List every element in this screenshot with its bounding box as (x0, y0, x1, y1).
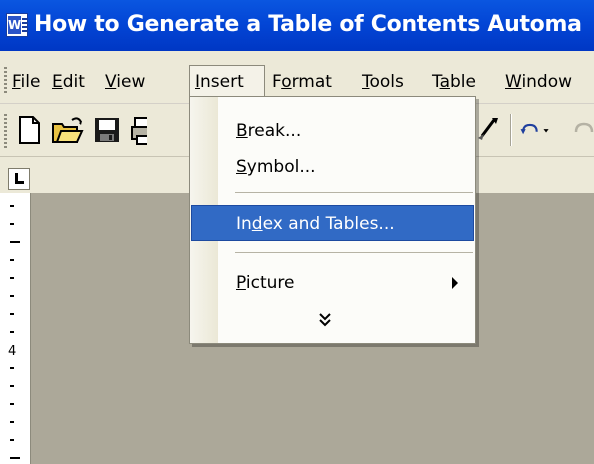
menu-edit[interactable]: Edit (52, 69, 85, 95)
ruler-tick (10, 313, 14, 315)
ruler-tick (10, 277, 14, 279)
open-folder-icon[interactable] (50, 112, 84, 148)
menu-table[interactable]: Table (432, 69, 476, 95)
menu-item-picture[interactable]: Picture (191, 265, 474, 301)
ruler-number: 4 (8, 344, 17, 359)
double-chevron-down-icon[interactable] (315, 310, 335, 330)
menu-item-label: Index and Tables... (236, 214, 395, 234)
tab-stop-selector[interactable] (8, 168, 30, 190)
ruler-tick (10, 385, 14, 387)
menu-item-index-and-tables[interactable]: Index and Tables... (191, 205, 474, 241)
menu-item-symbol[interactable]: Symbol... (191, 149, 474, 185)
toolbar-separator (510, 114, 512, 146)
menu-file[interactable]: File (12, 69, 40, 95)
ruler-tick (10, 205, 14, 207)
submenu-arrow-icon (452, 277, 458, 289)
ruler-tick (10, 421, 14, 423)
new-document-icon[interactable] (12, 112, 46, 148)
ruler-tick (10, 457, 20, 459)
toolbar-grip[interactable] (4, 114, 7, 148)
menu-item-label: Symbol... (236, 157, 316, 177)
word-app-icon[interactable]: W (6, 13, 28, 37)
ruler-tick (10, 403, 14, 405)
menu-separator (235, 192, 473, 193)
menu-item-label: Break... (236, 121, 302, 141)
ruler-tick (10, 241, 20, 243)
left-tab-icon (15, 173, 24, 184)
title-bar: W How to Generate a Table of Contents Au… (0, 0, 594, 51)
menu-item-break[interactable]: Break... (191, 113, 474, 149)
ruler-tick (10, 439, 14, 441)
menu-separator (235, 252, 473, 253)
menu-item-label: Picture (236, 273, 295, 293)
menu-view[interactable]: View (105, 69, 145, 95)
print-icon[interactable] (129, 112, 147, 148)
vertical-ruler: 4 (0, 193, 31, 464)
window-title: How to Generate a Table of Contents Auto… (34, 12, 582, 37)
save-disk-icon[interactable] (90, 112, 124, 148)
ruler-tick (10, 367, 14, 369)
menu-format[interactable]: Format (272, 69, 332, 95)
menu-tools[interactable]: Tools (362, 69, 404, 95)
menu-bar-grip[interactable] (4, 67, 7, 93)
ruler-tick (10, 223, 14, 225)
ruler-tick (10, 259, 14, 261)
ruler-tick (10, 331, 14, 333)
redo-icon[interactable] (568, 112, 594, 148)
menu-window[interactable]: Window (505, 69, 572, 95)
insert-menu-dropdown: Break... Symbol... Index and Tables... P… (189, 96, 476, 344)
ruler-tick (10, 295, 14, 297)
undo-icon[interactable] (518, 112, 558, 148)
menu-insert[interactable]: Insert (189, 65, 265, 97)
